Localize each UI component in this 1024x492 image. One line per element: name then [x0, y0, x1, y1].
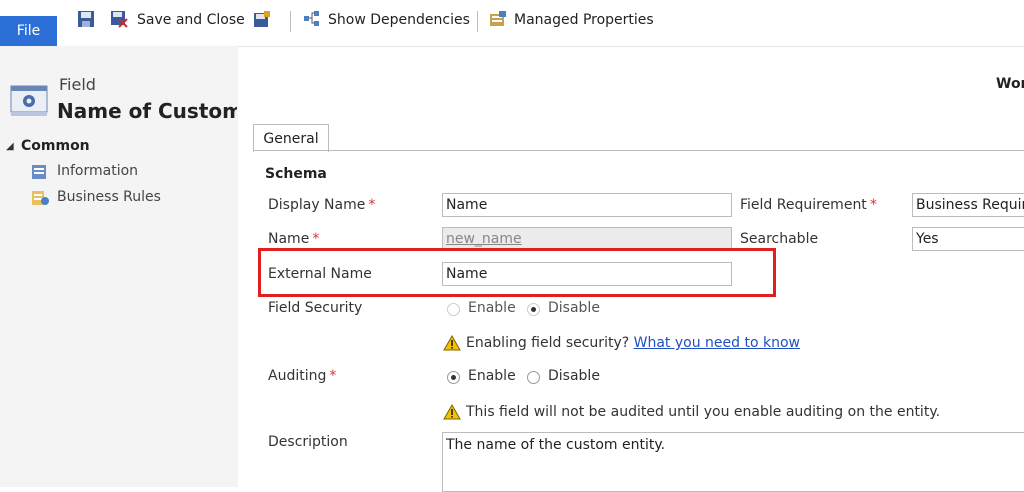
show-dependencies-button[interactable]: Show Dependencies: [328, 12, 470, 28]
required-asterisk: *: [312, 231, 320, 247]
dependencies-icon[interactable]: [303, 10, 321, 32]
auditing-enable-label: Enable: [468, 368, 516, 384]
field-gear-icon: [10, 84, 50, 122]
name-label: Name *: [268, 231, 320, 247]
header-right-text: Wor: [996, 76, 1024, 92]
tab-divider: [253, 150, 1024, 151]
display-name-input[interactable]: Name: [442, 193, 732, 217]
collapse-triangle-icon[interactable]: ◢: [6, 141, 14, 152]
required-asterisk: *: [869, 197, 877, 213]
auditing-enable-radio[interactable]: [447, 371, 460, 384]
field-requirement-select[interactable]: Business Require: [912, 193, 1024, 217]
highlight-box: [258, 248, 776, 297]
save-and-close-button[interactable]: Save and Close: [137, 12, 245, 28]
field-security-label: Field Security: [268, 300, 363, 316]
searchable-select[interactable]: Yes: [912, 227, 1024, 251]
nav-item-business-rules[interactable]: Business Rules: [57, 189, 161, 205]
what-you-need-to-know-link[interactable]: What you need to know: [634, 335, 800, 351]
toolbar-separator: [290, 11, 291, 32]
auditing-disable-radio[interactable]: [527, 371, 540, 384]
required-asterisk: *: [329, 368, 337, 384]
auditing-disable-label: Disable: [548, 368, 600, 384]
managed-properties-icon[interactable]: [489, 10, 507, 32]
tab-general[interactable]: General: [253, 124, 329, 152]
field-security-enable-radio[interactable]: [447, 303, 460, 316]
save-icon[interactable]: [77, 10, 95, 32]
save-as-icon[interactable]: [253, 10, 271, 32]
field-security-enable-label: Enable: [468, 300, 516, 316]
entity-type-label: Field: [59, 75, 96, 94]
auditing-warning: This field will not be audited until you…: [466, 404, 941, 420]
warning-icon: [443, 403, 461, 424]
warning-icon: [443, 334, 461, 355]
field-security-disable-label: Disable: [548, 300, 600, 316]
save-and-close-icon[interactable]: [110, 10, 128, 32]
description-label: Description: [268, 434, 348, 450]
toolbar-separator: [477, 11, 478, 32]
description-textarea[interactable]: The name of the custom entity.: [442, 432, 1024, 492]
nav-item-information[interactable]: Information: [57, 163, 138, 179]
managed-properties-button[interactable]: Managed Properties: [514, 12, 654, 28]
searchable-label: Searchable: [740, 231, 819, 247]
nav-section-common[interactable]: Common: [21, 138, 90, 154]
information-icon: [31, 164, 47, 184]
field-requirement-label: Field Requirement *: [740, 197, 877, 213]
file-button[interactable]: File: [0, 16, 57, 46]
business-rules-icon: [31, 190, 49, 210]
auditing-label: Auditing *: [268, 368, 337, 384]
entity-name-title: Name of Custome: [57, 99, 237, 123]
field-security-disable-radio[interactable]: [527, 303, 540, 316]
schema-section-title: Schema: [265, 166, 327, 182]
display-name-label: Display Name *: [268, 197, 376, 213]
required-asterisk: *: [368, 197, 376, 213]
field-security-warning: Enabling field security? What you need t…: [466, 335, 800, 351]
